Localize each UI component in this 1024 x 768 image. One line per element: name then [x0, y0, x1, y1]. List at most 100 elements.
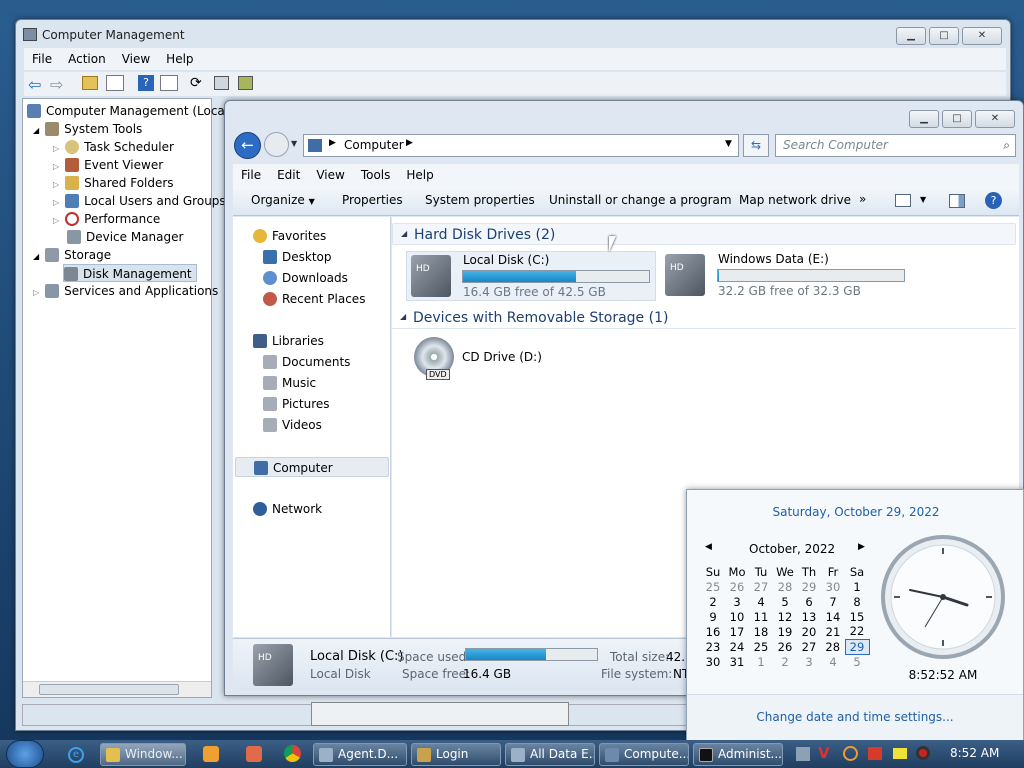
- paint-icon[interactable]: [246, 746, 262, 762]
- taskbar-button-administrator-cmd[interactable]: Administ...: [693, 743, 783, 766]
- nav-documents[interactable]: Documents: [263, 352, 350, 372]
- calendar-day-other-month[interactable]: 5: [845, 654, 869, 669]
- organize-button[interactable]: Organize ▼: [251, 193, 315, 207]
- search-box[interactable]: Search Computer ⌕: [775, 134, 1016, 157]
- help-icon[interactable]: ?: [138, 75, 154, 91]
- view-options-icon[interactable]: [895, 194, 911, 207]
- history-dropdown-icon[interactable]: ▼: [291, 139, 297, 148]
- drive-tile[interactable]: HD Local Disk (C:) 16.4 GB free of 42.5 …: [406, 251, 656, 301]
- tree-item-event-viewer[interactable]: ▷ Event Viewer: [53, 156, 163, 174]
- calendar-day[interactable]: 31: [725, 654, 749, 669]
- back-button[interactable]: ←: [234, 132, 261, 159]
- tree-item-services-applications[interactable]: ▷ Services and Applications: [33, 282, 218, 300]
- calendar-day[interactable]: 18: [749, 624, 773, 639]
- tray-v-icon[interactable]: V: [818, 744, 830, 762]
- tree-item-performance[interactable]: ▷ Performance: [53, 210, 160, 228]
- properties-button[interactable]: Properties: [342, 193, 403, 207]
- tray-clock[interactable]: 8:52 AM: [950, 746, 999, 760]
- group-header-removable[interactable]: ◢ Devices with Removable Storage (1): [392, 307, 1016, 329]
- calendar-day[interactable]: 15: [845, 609, 869, 624]
- nav-recent-places[interactable]: Recent Places: [263, 289, 365, 309]
- calendar-day[interactable]: 25: [749, 639, 773, 654]
- scroll-thumb[interactable]: [39, 684, 179, 695]
- calendar-day[interactable]: 26: [773, 639, 797, 654]
- cm-menu-view[interactable]: View: [114, 48, 158, 70]
- up-folder-icon[interactable]: [82, 76, 98, 90]
- nav-music[interactable]: Music: [263, 373, 316, 393]
- calendar-day[interactable]: 20: [797, 624, 821, 639]
- calendar-day[interactable]: 10: [725, 609, 749, 624]
- tree-item-shared-folders[interactable]: ▷ Shared Folders: [53, 174, 174, 192]
- calendar-day[interactable]: 7: [821, 594, 845, 609]
- explorer-menu-tools[interactable]: Tools: [353, 164, 399, 186]
- nav-network[interactable]: Network: [253, 499, 322, 519]
- calendar-day-other-month[interactable]: 26: [725, 579, 749, 594]
- tray-flag-icon[interactable]: [868, 747, 882, 760]
- calendar-day[interactable]: 9: [701, 609, 725, 624]
- back-arrow-icon[interactable]: ⇦: [28, 75, 41, 94]
- tree-item-system-tools[interactable]: ◢ System Tools: [33, 120, 142, 138]
- taskbar-button-windows-explorer[interactable]: Window...: [100, 743, 186, 766]
- calendar-day-other-month[interactable]: 27: [749, 579, 773, 594]
- explorer-menu-edit[interactable]: Edit: [269, 164, 308, 186]
- media-player-icon[interactable]: [203, 746, 219, 762]
- tray-speaker-icon[interactable]: [916, 746, 930, 760]
- nav-downloads[interactable]: Downloads: [263, 268, 348, 288]
- taskbar-button-agent[interactable]: Agent.D...: [313, 743, 407, 766]
- address-bar[interactable]: ▶ Computer ▶ ▼: [303, 134, 739, 157]
- calendar-day[interactable]: 30: [701, 654, 725, 669]
- explorer-menu-help[interactable]: Help: [398, 164, 441, 186]
- properties-icon[interactable]: [214, 76, 229, 90]
- taskbar-button-all-data[interactable]: All Data E...: [505, 743, 595, 766]
- calendar-day[interactable]: 14: [821, 609, 845, 624]
- calendar-day-today[interactable]: 29: [844, 638, 870, 655]
- drive-tile[interactable]: HD Windows Data (E:) 32.2 GB free of 32.…: [662, 251, 912, 301]
- nav-videos[interactable]: Videos: [263, 415, 322, 435]
- help-icon[interactable]: ?: [985, 192, 1002, 209]
- tray-yellow-icon[interactable]: [893, 748, 907, 759]
- calendar-day[interactable]: 17: [725, 624, 749, 639]
- calendar-day-other-month[interactable]: 4: [821, 654, 845, 669]
- cm-maximize-button[interactable]: □: [929, 27, 959, 45]
- preview-pane-icon[interactable]: [949, 194, 965, 208]
- cm-menu-file[interactable]: File: [24, 48, 60, 70]
- cd-drive-tile[interactable]: DVD CD Drive (D:): [406, 335, 606, 385]
- calendar-day[interactable]: 22: [845, 624, 869, 639]
- calendar-day[interactable]: 1: [845, 579, 869, 594]
- calendar-day[interactable]: 27: [797, 639, 821, 654]
- calendar-day[interactable]: 28: [821, 639, 845, 654]
- internet-explorer-icon[interactable]: e: [68, 747, 84, 763]
- cm-menu-action[interactable]: Action: [60, 48, 114, 70]
- tree-item-computer-management[interactable]: Computer Management (Local: [27, 102, 228, 120]
- calendar-day[interactable]: 8: [845, 594, 869, 609]
- more-commands-button[interactable]: »: [859, 192, 866, 206]
- calendar-day-other-month[interactable]: 2: [773, 654, 797, 669]
- calendar-day[interactable]: 13: [797, 609, 821, 624]
- calendar-day[interactable]: 4: [749, 594, 773, 609]
- calendar-day[interactable]: 24: [725, 639, 749, 654]
- map-network-drive-button[interactable]: Map network drive: [739, 193, 851, 207]
- calendar-day[interactable]: 23: [701, 639, 725, 654]
- calendar-day[interactable]: 21: [821, 624, 845, 639]
- taskbar-button-computer-management[interactable]: Compute...: [599, 743, 689, 766]
- tree-item-disk-management[interactable]: Disk Management: [63, 264, 197, 282]
- calendar-day[interactable]: 16: [701, 624, 725, 639]
- search-input[interactable]: Search Computer: [783, 138, 888, 152]
- calendar-month-title[interactable]: October, 2022: [749, 542, 835, 556]
- explorer-menu-view[interactable]: View: [308, 164, 352, 186]
- group-header-hdd[interactable]: ◢ Hard Disk Drives (2): [392, 223, 1016, 245]
- explorer-minimize-button[interactable]: ▁: [909, 110, 939, 128]
- show-hide-action-pane-icon[interactable]: [160, 75, 178, 91]
- calendar-day[interactable]: 11: [749, 609, 773, 624]
- start-button[interactable]: [6, 740, 44, 768]
- calendar-day-other-month[interactable]: 25: [701, 579, 725, 594]
- explorer-menu-file[interactable]: File: [233, 164, 269, 186]
- nav-desktop[interactable]: Desktop: [263, 247, 332, 267]
- disk-tool-icon[interactable]: [238, 76, 253, 90]
- next-month-icon[interactable]: ▶: [858, 542, 865, 552]
- tree-item-local-users-groups[interactable]: ▷ Local Users and Groups: [53, 192, 226, 210]
- chevron-down-icon[interactable]: ▼: [920, 195, 926, 204]
- tree-horizontal-scrollbar[interactable]: [23, 681, 211, 697]
- explorer-maximize-button[interactable]: □: [942, 110, 972, 128]
- address-dropdown-icon[interactable]: ▼: [725, 139, 732, 149]
